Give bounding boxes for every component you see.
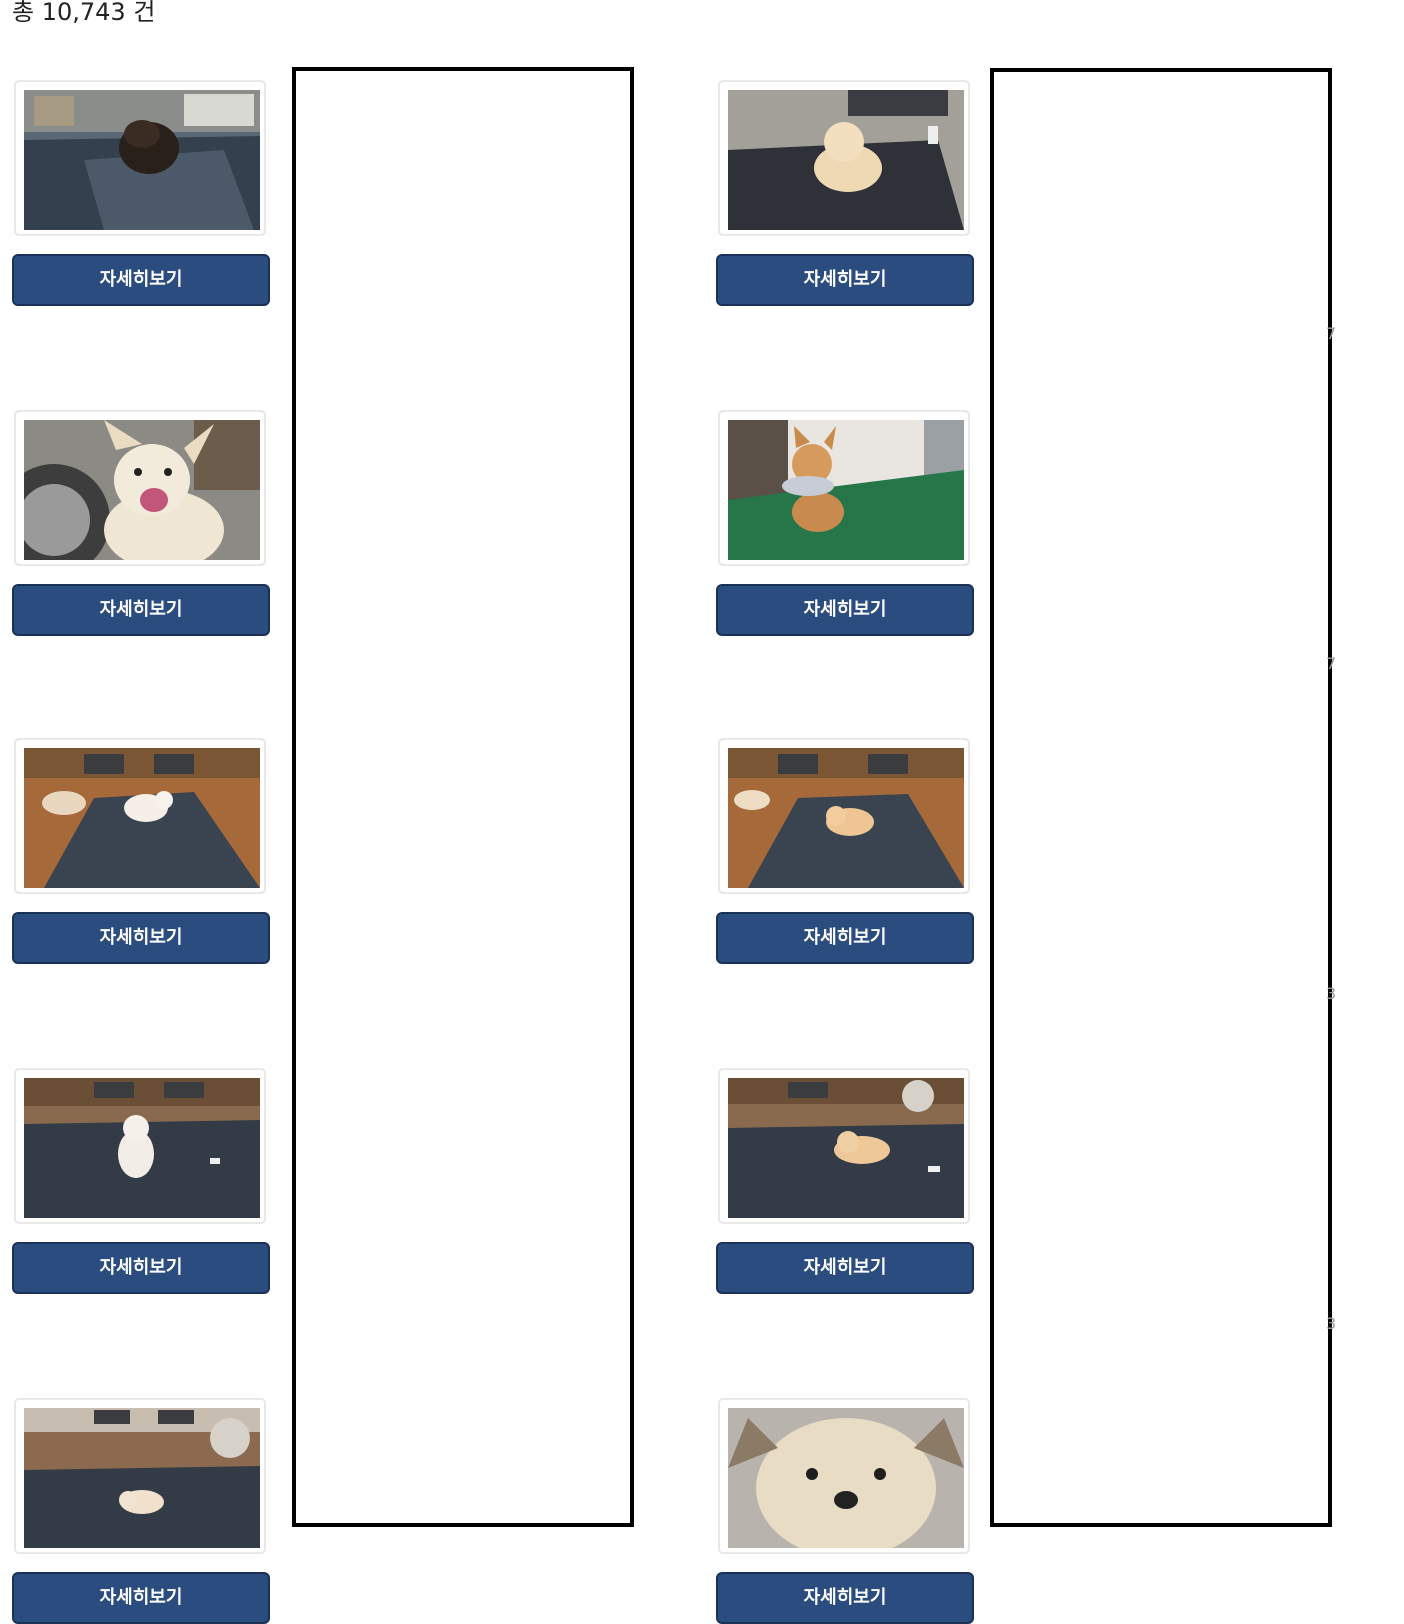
animal-photo-frame[interactable] <box>718 1398 970 1554</box>
edge-glyph: 3 <box>1326 984 1337 1003</box>
cream-kitten-photo <box>24 1408 260 1548</box>
animal-photo[interactable] <box>24 748 260 888</box>
edge-glyph: 7 <box>1326 324 1337 343</box>
white-dog-photo <box>24 420 260 560</box>
animal-photo[interactable] <box>728 420 964 560</box>
animal-photo-frame[interactable] <box>718 80 970 236</box>
cream-dog-closeup-photo <box>728 1408 964 1548</box>
total-count: 총 10,743 건 <box>12 0 156 26</box>
detail-button[interactable]: 자세히보기 <box>716 1572 974 1624</box>
orange-kitten-photo <box>728 748 964 888</box>
info-panel-left <box>292 67 634 1527</box>
detail-button[interactable]: 자세히보기 <box>12 254 270 306</box>
animal-photo-frame[interactable] <box>14 1068 266 1224</box>
detail-button[interactable]: 자세히보기 <box>12 584 270 636</box>
animal-photo[interactable] <box>728 1408 964 1548</box>
shiba-photo <box>728 420 964 560</box>
detail-button[interactable]: 자세히보기 <box>716 912 974 964</box>
animal-photo[interactable] <box>24 1078 260 1218</box>
edge-glyph: 7 <box>1326 654 1337 673</box>
animal-photo-frame[interactable] <box>14 1398 266 1554</box>
cream-puppy-photo <box>728 90 964 230</box>
animal-photo[interactable] <box>24 90 260 230</box>
detail-button[interactable]: 자세히보기 <box>12 1242 270 1294</box>
animal-photo[interactable] <box>728 748 964 888</box>
orange-kitten-lying-photo <box>728 1078 964 1218</box>
animal-photo-frame[interactable] <box>718 738 970 894</box>
animal-photo[interactable] <box>24 420 260 560</box>
animal-photo-frame[interactable] <box>14 80 266 236</box>
animal-photo-frame[interactable] <box>718 1068 970 1224</box>
detail-button[interactable]: 자세히보기 <box>12 1572 270 1624</box>
edge-glyph: 3 <box>1326 1314 1337 1333</box>
animal-photo[interactable] <box>728 1078 964 1218</box>
white-kitten-standing-photo <box>24 1078 260 1218</box>
animal-photo-frame[interactable] <box>14 738 266 894</box>
animal-photo-frame[interactable] <box>14 410 266 566</box>
white-kitten-photo <box>24 748 260 888</box>
info-panel-right <box>990 68 1332 1527</box>
animal-photo[interactable] <box>728 90 964 230</box>
black-poodle-photo <box>24 90 260 230</box>
animal-photo[interactable] <box>24 1408 260 1548</box>
detail-button[interactable]: 자세히보기 <box>716 254 974 306</box>
detail-button[interactable]: 자세히보기 <box>716 1242 974 1294</box>
detail-button[interactable]: 자세히보기 <box>716 584 974 636</box>
detail-button[interactable]: 자세히보기 <box>12 912 270 964</box>
animal-photo-frame[interactable] <box>718 410 970 566</box>
